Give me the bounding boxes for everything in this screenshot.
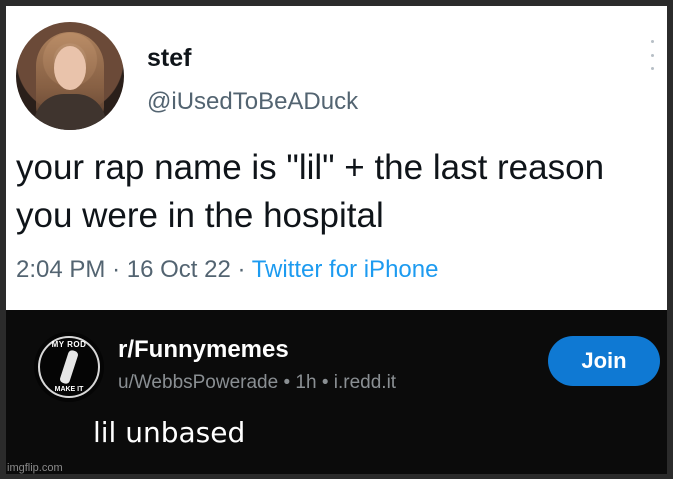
post-age: 1h [295, 372, 317, 393]
post-domain[interactable]: i.redd.it [334, 372, 396, 393]
more-dot [650, 53, 654, 57]
meta-separator: · [112, 256, 121, 283]
meme-frame: stef @iUsedToBeADuck your rap name is "l… [0, 0, 673, 479]
tweet-text: your rap name is "lil" + the last reason… [16, 148, 605, 235]
imgflip-watermark: imgflip.com [7, 462, 63, 474]
post-meta: u/WebbsPowerade • 1h • i.redd.it [118, 372, 396, 394]
more-dot [650, 40, 654, 43]
tweet-card: stef @iUsedToBeADuck your rap name is "l… [6, 6, 667, 310]
display-name[interactable]: stef [147, 44, 191, 73]
join-button[interactable]: Join [548, 336, 660, 386]
tweet-time[interactable]: 2:04 PM [16, 256, 105, 283]
post-title[interactable]: lil unbased [93, 416, 245, 449]
subreddit-name[interactable]: r/Funnymemes [118, 336, 289, 364]
more-vertical-icon[interactable] [649, 40, 655, 70]
icon-text-bottom: MAKE IT [54, 386, 84, 393]
subreddit-icon[interactable]: MY ROD MAKE IT [34, 332, 104, 402]
avatar-face [54, 46, 86, 90]
post-author[interactable]: u/WebbsPowerade [118, 372, 278, 393]
user-handle[interactable]: @iUsedToBeADuck [147, 88, 358, 116]
icon-text-top: MY ROD [51, 340, 87, 349]
tweet-source-link[interactable]: Twitter for iPhone [252, 256, 439, 283]
meta-separator: · [237, 256, 246, 283]
meta-dot: • [283, 372, 291, 393]
tweet-date[interactable]: 16 Oct 22 [127, 256, 231, 283]
avatar[interactable] [16, 22, 124, 130]
reddit-post: MY ROD MAKE IT r/Funnymemes u/WebbsPower… [6, 310, 667, 474]
more-dot [650, 67, 654, 70]
meta-dot: • [321, 372, 329, 393]
tweet-meta: 2:04 PM · 16 Oct 22 · Twitter for iPhone [16, 256, 438, 284]
